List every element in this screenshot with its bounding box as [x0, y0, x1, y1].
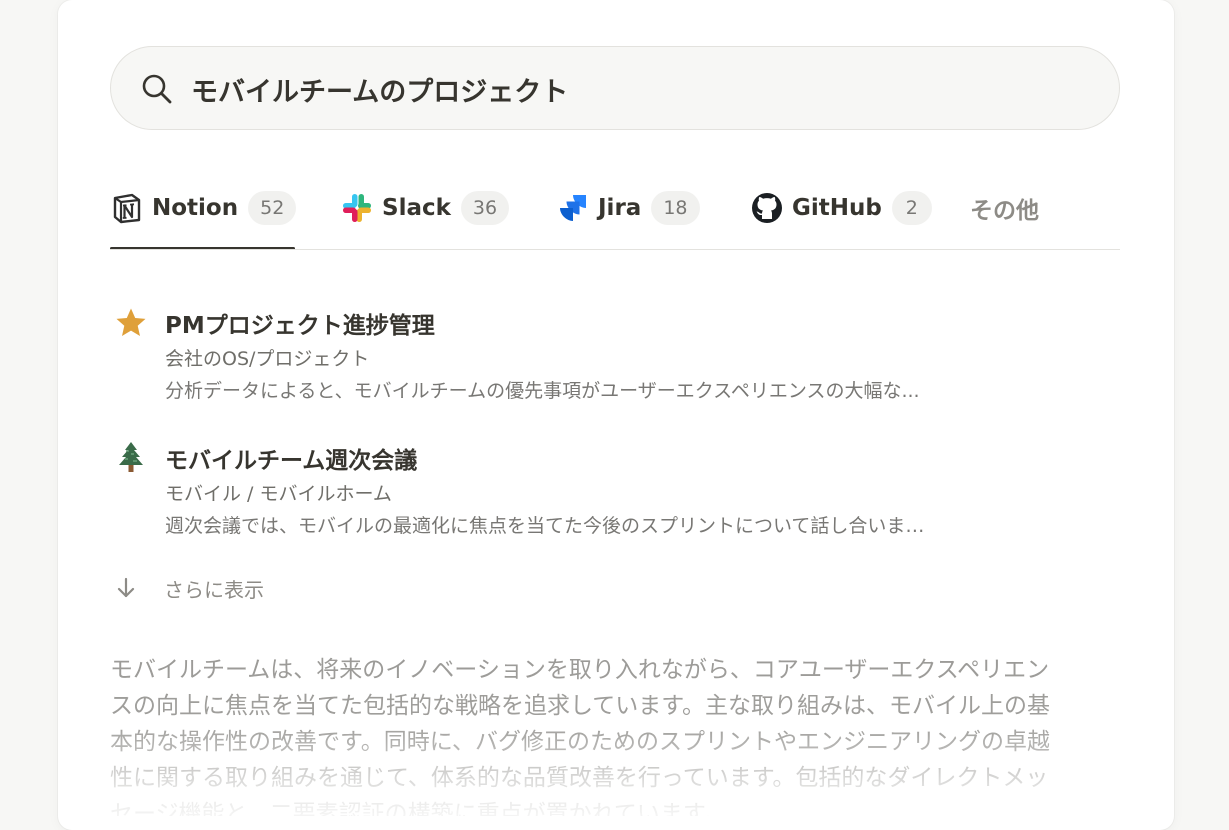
- result-path: モバイル / モバイルホーム: [165, 479, 392, 506]
- result-snippet: 分析データによると、モバイルチームの優先事項がユーザーエクスペリエンスの大幅な.…: [165, 376, 1065, 403]
- show-more-label: さらに表示: [164, 574, 264, 603]
- summary-line: モバイルチームは、将来のイノベーションを取り入れながら、コアユーザーエクスペリエ…: [110, 652, 1120, 688]
- search-input[interactable]: [191, 67, 1091, 111]
- search-bar[interactable]: [110, 46, 1120, 130]
- tab-label: Notion: [152, 195, 238, 221]
- tab-label: Slack: [382, 195, 451, 221]
- tab-count-badge: 36: [461, 191, 509, 225]
- result-title: PMプロジェクト進捗管理: [165, 306, 435, 340]
- tab-github[interactable]: GitHub 2: [750, 184, 932, 232]
- show-more-button[interactable]: さらに表示: [110, 570, 264, 606]
- jira-logo-icon: [556, 191, 590, 225]
- result-snippet: 週次会議では、モバイルの最適化に焦点を当てた今後のスプリントについて話し合いま…: [165, 511, 1065, 538]
- search-result-item[interactable]: モバイルチーム週次会議 モバイル / モバイルホーム 週次会議では、モバイルの最…: [110, 441, 1120, 541]
- tabs-divider: [110, 249, 1120, 251]
- tab-notion[interactable]: Notion 52: [110, 184, 296, 232]
- result-title: モバイルチーム週次会議: [165, 441, 417, 475]
- github-logo-icon: [750, 191, 784, 225]
- tab-label: Jira: [598, 195, 641, 221]
- summary-line: スの向上に焦点を当てた包括的な戦略を追求しています。主な取り組みは、モバイル上の…: [110, 688, 1120, 724]
- arrow-down-icon: [112, 574, 140, 602]
- source-tabs: Notion 52 Slack 36 Jira: [110, 178, 1120, 250]
- summary-line: 本的な操作性の改善です。同時に、バグ修正のためのスプリントやエンジニアリングの卓…: [110, 724, 1120, 760]
- tab-label: その他: [970, 191, 1039, 225]
- tab-count-badge: 18: [651, 191, 699, 225]
- notion-logo-icon: [110, 191, 144, 225]
- star-icon: [114, 306, 148, 340]
- search-icon: [139, 71, 175, 107]
- tab-other[interactable]: その他: [970, 184, 1039, 232]
- summary-line: 性に関する取り組みを通じて、体系的な品質改善を行っています。包括的なダイレクトメ…: [110, 760, 1120, 796]
- tab-label: GitHub: [792, 195, 882, 221]
- tab-jira[interactable]: Jira 18: [556, 184, 700, 232]
- slack-logo-icon: [340, 191, 374, 225]
- tab-count-badge: 2: [892, 191, 932, 225]
- evergreen-tree-icon: [114, 441, 148, 475]
- summary-line: セージ機能と、二要素認証の構築に重点が置かれています。: [110, 796, 1120, 816]
- search-result-item[interactable]: PMプロジェクト進捗管理 会社のOS/プロジェクト 分析データによると、モバイル…: [110, 306, 1120, 406]
- result-path: 会社のOS/プロジェクト: [165, 344, 369, 371]
- answer-summary: モバイルチームは、将来のイノベーションを取り入れながら、コアユーザーエクスペリエ…: [110, 652, 1120, 816]
- tab-slack[interactable]: Slack 36: [340, 184, 509, 232]
- tab-count-badge: 52: [248, 191, 296, 225]
